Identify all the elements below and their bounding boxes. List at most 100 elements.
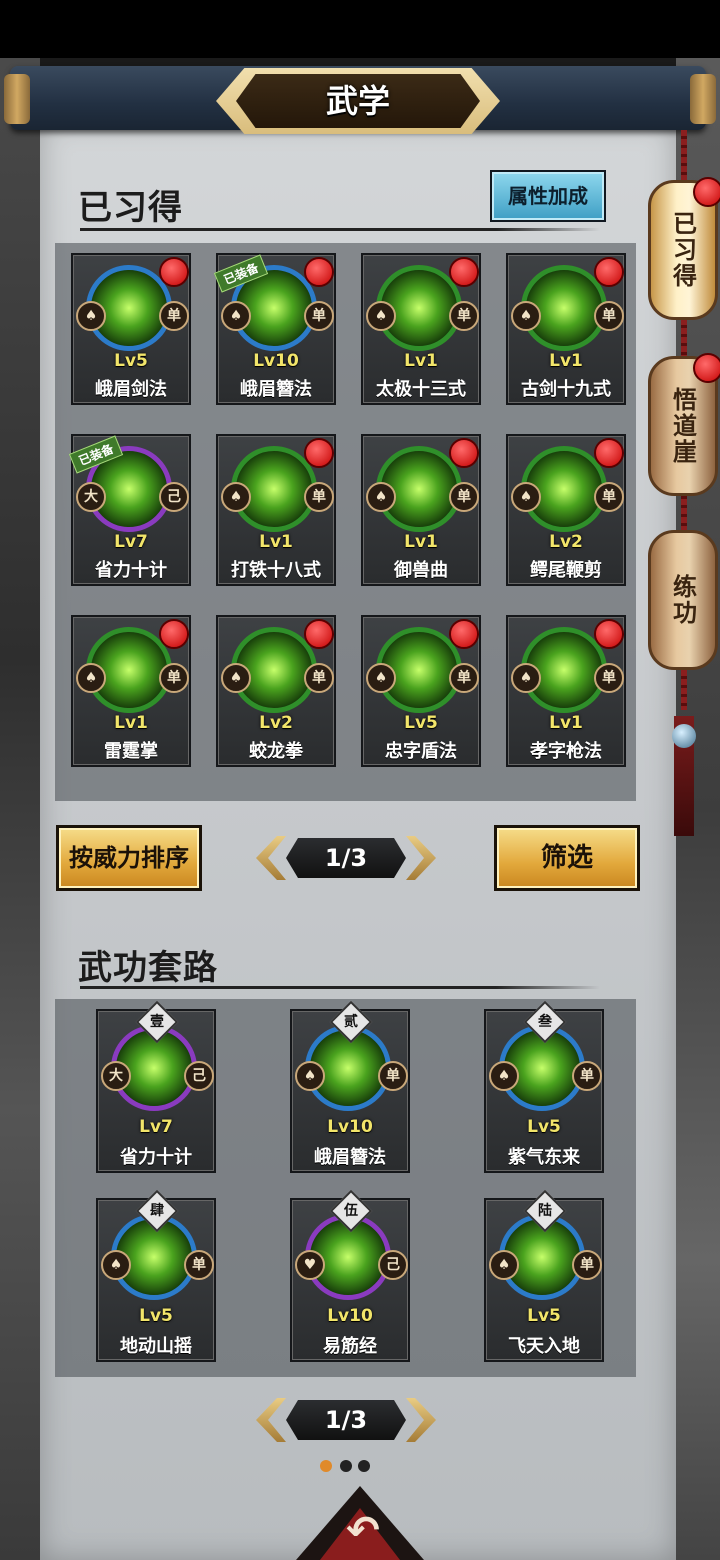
sort-by-power-button[interactable]: 按威力排序 bbox=[56, 825, 202, 891]
skill-level: Lv7 bbox=[139, 1117, 173, 1137]
type-badge: 单 bbox=[594, 663, 624, 693]
next-page-arrow[interactable] bbox=[406, 1398, 436, 1442]
skill-name: 紫气东来 bbox=[508, 1147, 580, 1168]
skill-card[interactable]: ♠ 单 Lv1 古剑十九式 bbox=[506, 253, 626, 405]
skill-name: 鳄尾鞭剪 bbox=[530, 560, 602, 581]
skill-name: 蛟龙拳 bbox=[249, 741, 303, 762]
page-indicator: 1/3 bbox=[324, 844, 368, 872]
skill-card[interactable]: 大己 Lv7 省力十计 已装备 bbox=[68, 434, 191, 586]
element-icon: ♠ bbox=[366, 663, 396, 693]
type-badge: 己 bbox=[378, 1250, 408, 1280]
skill-name: 省力十计 bbox=[120, 1147, 192, 1168]
skill-level: Lv10 bbox=[327, 1306, 373, 1326]
status-bar bbox=[0, 0, 720, 58]
skill-name: 雷霆掌 bbox=[104, 741, 158, 762]
type-badge: 己 bbox=[159, 482, 189, 512]
element-icon: ♠ bbox=[76, 301, 106, 331]
pager-bottom: 1/3 bbox=[256, 1392, 436, 1448]
skill-card[interactable]: ♠ 单 Lv2 鳄尾鞭剪 bbox=[506, 434, 626, 586]
notification-dot bbox=[304, 438, 334, 468]
element-icon: ♠ bbox=[366, 482, 396, 512]
notification-dot bbox=[693, 353, 720, 383]
notification-dot bbox=[449, 257, 479, 287]
type-badge: 单 bbox=[304, 301, 334, 331]
routine-card[interactable]: 贰 ♠ 单 Lv10 峨眉簪法 bbox=[290, 1000, 410, 1173]
rope-bead bbox=[672, 724, 696, 748]
skill-level: Lv1 bbox=[404, 351, 438, 371]
prev-page-arrow[interactable] bbox=[256, 836, 286, 880]
type-badge: 单 bbox=[159, 301, 189, 331]
skill-name: 地动山摇 bbox=[120, 1336, 192, 1357]
skill-name: 峨眉簪法 bbox=[314, 1147, 386, 1168]
skill-card[interactable]: ♠ 单 Lv1 孝字枪法 bbox=[506, 615, 626, 767]
scroll-rod-cap-left bbox=[4, 74, 30, 124]
back-arrow-icon: ↶ bbox=[346, 1508, 380, 1554]
notification-dot bbox=[594, 438, 624, 468]
routine-rank-label: 肆 bbox=[150, 1203, 164, 1219]
skill-card[interactable]: ♠ 单 Lv1 打铁十八式 bbox=[216, 434, 336, 586]
skill-level: Lv10 bbox=[253, 351, 299, 371]
skill-level: Lv1 bbox=[404, 532, 438, 552]
element-icon: 大 bbox=[101, 1061, 131, 1091]
side-tab[interactable]: 练功 bbox=[648, 530, 718, 670]
skill-card[interactable]: ♠ 单 Lv2 蛟龙拳 bbox=[216, 615, 336, 767]
notification-dot bbox=[304, 619, 334, 649]
skill-card[interactable]: ♠ 单 Lv5 忠字盾法 bbox=[361, 615, 481, 767]
skill-level: Lv1 bbox=[259, 532, 293, 552]
skill-name: 古剑十九式 bbox=[521, 379, 611, 400]
routine-card[interactable]: 伍 ♥ 己 Lv10 易筋经 bbox=[290, 1189, 410, 1362]
type-badge: 单 bbox=[159, 663, 189, 693]
type-badge: 单 bbox=[572, 1250, 602, 1280]
skill-name: 易筋经 bbox=[323, 1336, 377, 1357]
type-badge: 己 bbox=[184, 1061, 214, 1091]
routine-rank-label: 伍 bbox=[344, 1203, 358, 1219]
element-icon: ♠ bbox=[76, 663, 106, 693]
skill-card[interactable]: ♠ 单 Lv1 太极十三式 bbox=[361, 253, 481, 405]
element-icon: ♠ bbox=[511, 482, 541, 512]
skill-level: Lv5 bbox=[527, 1306, 561, 1326]
prev-page-arrow[interactable] bbox=[256, 1398, 286, 1442]
skill-name: 峨眉剑法 bbox=[95, 379, 167, 400]
type-badge: 单 bbox=[304, 482, 334, 512]
type-badge: 单 bbox=[304, 663, 334, 693]
type-badge: 单 bbox=[572, 1061, 602, 1091]
element-icon: ♠ bbox=[221, 482, 251, 512]
notification-dot bbox=[449, 438, 479, 468]
filter-button[interactable]: 筛选 bbox=[494, 825, 640, 891]
notification-dot bbox=[159, 619, 189, 649]
routine-card[interactable]: 陆 ♠ 单 Lv5 飞天入地 bbox=[484, 1189, 604, 1362]
element-icon: ♠ bbox=[366, 301, 396, 331]
skill-card[interactable]: ♠ 单 Lv5 峨眉剑法 bbox=[71, 253, 191, 405]
skill-name: 孝字枪法 bbox=[530, 741, 602, 762]
page-indicator: 1/3 bbox=[324, 1406, 368, 1434]
routine-card[interactable]: 壹大 己 Lv7 省力十计 bbox=[96, 1000, 216, 1173]
routine-rank-label: 陆 bbox=[538, 1203, 552, 1219]
skill-name: 飞天入地 bbox=[508, 1336, 580, 1357]
skill-card[interactable]: ♠ 单 Lv1 雷霆掌 bbox=[71, 615, 191, 767]
skill-card[interactable]: ♠ 单 Lv10 峨眉簪法 已装备 bbox=[213, 253, 336, 405]
element-icon: ♠ bbox=[295, 1061, 325, 1091]
skill-level: Lv5 bbox=[527, 1117, 561, 1137]
page-title: 武学 bbox=[325, 82, 390, 120]
routines-heading: 武功套路 bbox=[78, 948, 218, 988]
skill-name: 御兽曲 bbox=[394, 560, 448, 581]
page-dot bbox=[340, 1460, 352, 1472]
background-scenery-left bbox=[0, 58, 40, 1560]
learned-heading: 已习得 bbox=[78, 188, 183, 228]
type-badge: 单 bbox=[594, 482, 624, 512]
side-tab[interactable]: 悟道崖 bbox=[648, 353, 720, 496]
skill-card[interactable]: ♠ 单 Lv1 御兽曲 bbox=[361, 434, 481, 586]
notification-dot bbox=[449, 619, 479, 649]
routine-rank-label: 壹 bbox=[150, 1014, 164, 1030]
notification-dot bbox=[693, 177, 720, 207]
routine-card[interactable]: 叁 ♠ 单 Lv5 紫气东来 bbox=[484, 1000, 604, 1173]
routine-card[interactable]: 肆 ♠ 单 Lv5 地动山摇 bbox=[96, 1189, 216, 1362]
type-badge: 单 bbox=[449, 301, 479, 331]
attribute-bonus-button[interactable]: 属性加成 bbox=[490, 170, 606, 222]
skill-level: Lv7 bbox=[114, 532, 148, 552]
skill-level: Lv5 bbox=[139, 1306, 173, 1326]
routine-rank-label: 叁 bbox=[538, 1014, 552, 1030]
page-dot-active bbox=[320, 1460, 332, 1472]
next-page-arrow[interactable] bbox=[406, 836, 436, 880]
side-tab[interactable]: 已习得 bbox=[648, 177, 720, 320]
